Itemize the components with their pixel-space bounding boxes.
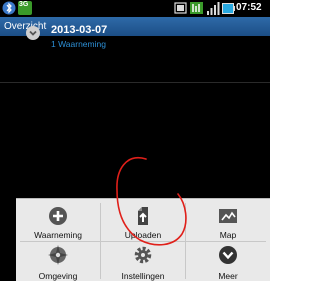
annotation-circle: [116, 156, 187, 246]
phone-screen: 3G 07:52 Overzicht 2013-03-07 1 Waarnemi…: [0, 0, 270, 281]
